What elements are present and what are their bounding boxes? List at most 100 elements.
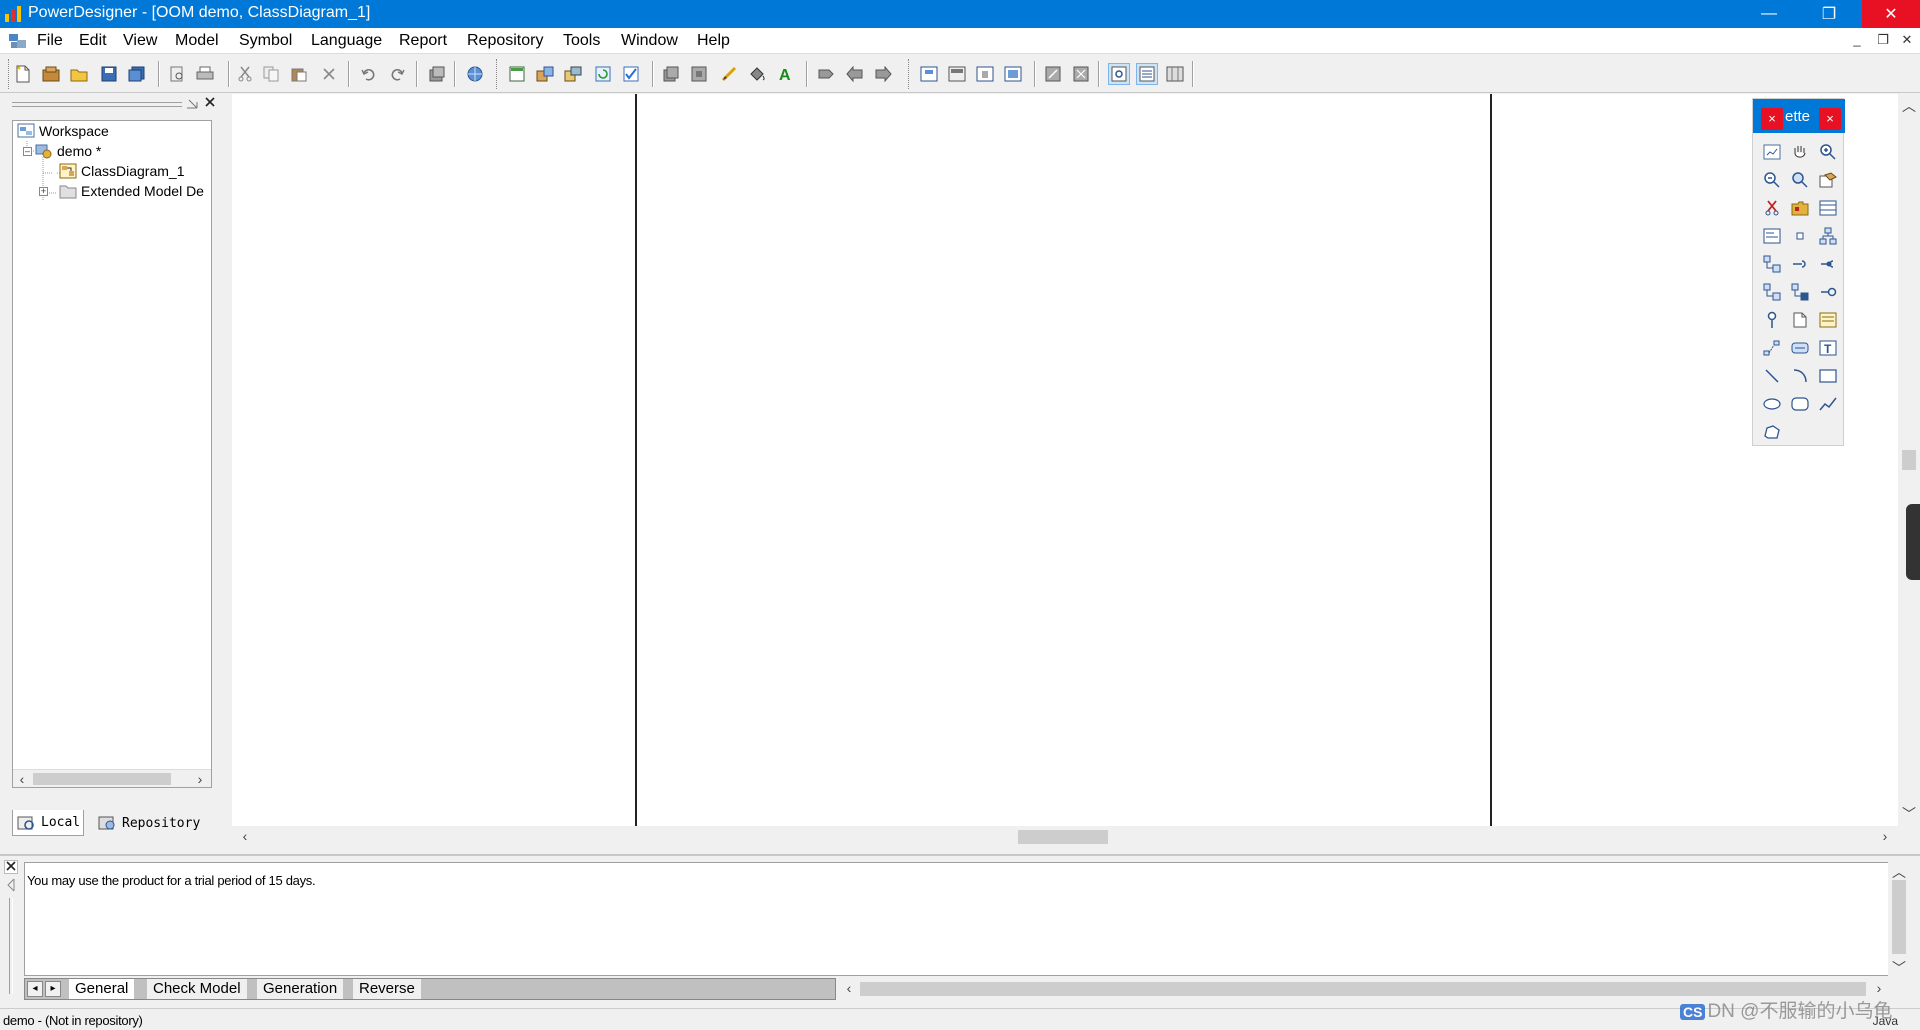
palette-rounded-rectangle-icon[interactable] bbox=[1789, 393, 1811, 415]
menu-repository[interactable]: Repository bbox=[464, 31, 546, 51]
scroll-down-icon[interactable]: ﹀ bbox=[1890, 958, 1908, 978]
tree-node-demo-model[interactable]: demo * bbox=[35, 141, 102, 161]
palette-assembly-connector-icon[interactable] bbox=[1817, 253, 1839, 275]
palette-zoom-out-icon[interactable] bbox=[1761, 169, 1783, 191]
palette-grabber-hand-icon[interactable] bbox=[1789, 141, 1811, 163]
new-icon[interactable] bbox=[12, 63, 34, 85]
palette-ellipse-icon[interactable] bbox=[1761, 393, 1783, 415]
save-all-icon[interactable] bbox=[126, 63, 148, 85]
palette-note-icon[interactable] bbox=[1817, 309, 1839, 331]
save-icon[interactable] bbox=[98, 63, 120, 85]
repository-globe-icon[interactable] bbox=[464, 63, 486, 85]
mdi-restore-button[interactable]: ❐ bbox=[1872, 32, 1894, 48]
palette-line-icon[interactable] bbox=[1761, 365, 1783, 387]
palette-association-icon[interactable] bbox=[1761, 281, 1783, 303]
menu-symbol[interactable]: Symbol bbox=[236, 31, 295, 51]
tree-node-workspace[interactable]: Workspace bbox=[17, 121, 109, 141]
menu-model[interactable]: Model bbox=[172, 31, 222, 51]
palette-close-button[interactable]: × bbox=[1819, 108, 1841, 130]
diagram-view-1-icon[interactable] bbox=[918, 63, 940, 85]
tree-node-class-diagram[interactable]: ClassDiagram_1 bbox=[59, 161, 184, 181]
scroll-right-icon[interactable]: › bbox=[191, 771, 209, 787]
palette-polygon-icon[interactable] bbox=[1761, 421, 1783, 443]
palette-interface-icon[interactable] bbox=[1761, 225, 1783, 247]
palette-delete-scissors-icon[interactable] bbox=[1761, 197, 1783, 219]
scroll-right-icon[interactable]: › bbox=[1876, 828, 1894, 844]
palette-port-icon[interactable] bbox=[1789, 225, 1811, 247]
restore-button[interactable]: ❐ bbox=[1800, 0, 1858, 28]
palette-file-icon[interactable] bbox=[1789, 309, 1811, 331]
menu-edit[interactable]: Edit bbox=[76, 31, 110, 51]
new-project-icon[interactable] bbox=[40, 63, 62, 85]
menu-language[interactable]: Language bbox=[308, 31, 385, 51]
workspace-tree[interactable]: Workspace – demo * ClassDiagram_1 + Exte… bbox=[12, 120, 212, 788]
extensions-icon[interactable] bbox=[562, 63, 584, 85]
canvas-vertical-scrollbar[interactable]: ︿ ﹀ bbox=[1898, 94, 1920, 826]
tree-horizontal-scrollbar[interactable]: ‹ › bbox=[13, 769, 211, 787]
print-preview-icon[interactable] bbox=[166, 63, 188, 85]
scroll-down-icon[interactable]: ﹀ bbox=[1900, 804, 1918, 824]
palette-generalization-icon[interactable] bbox=[1761, 253, 1783, 275]
copy-icon[interactable] bbox=[260, 63, 282, 85]
refresh-icon[interactable] bbox=[592, 63, 614, 85]
palette-left-close-button[interactable]: × bbox=[1761, 108, 1783, 130]
diagram-view-2-icon[interactable] bbox=[946, 63, 968, 85]
print-icon[interactable] bbox=[194, 63, 216, 85]
send-to-back-icon[interactable] bbox=[688, 63, 710, 85]
canvas-vscroll-thumb[interactable] bbox=[1902, 450, 1916, 470]
document-system-menu-icon[interactable] bbox=[8, 32, 28, 50]
undo-icon[interactable] bbox=[358, 63, 380, 85]
output-vscroll-thumb[interactable] bbox=[1892, 880, 1906, 954]
palette-polyline-icon[interactable] bbox=[1817, 393, 1839, 415]
palette-properties-icon[interactable] bbox=[1817, 169, 1839, 191]
canvas-hscroll-thumb[interactable] bbox=[1018, 830, 1108, 844]
palette-require-link-icon[interactable] bbox=[1789, 253, 1811, 275]
output-view-icon[interactable] bbox=[1136, 63, 1158, 85]
diagram-view-3-icon[interactable] bbox=[974, 63, 996, 85]
menu-view[interactable]: View bbox=[120, 31, 160, 51]
tab-repository[interactable]: Repository bbox=[98, 810, 212, 836]
menu-report[interactable]: Report bbox=[396, 31, 450, 51]
scroll-up-icon[interactable]: ︿ bbox=[1900, 96, 1918, 116]
check-model-icon[interactable] bbox=[620, 63, 642, 85]
move-left-icon[interactable] bbox=[844, 63, 866, 85]
mdi-minimize-button[interactable]: _ bbox=[1846, 32, 1868, 47]
powerdesigner-app-icon[interactable] bbox=[4, 5, 24, 23]
menu-file[interactable]: File bbox=[34, 31, 66, 51]
side-handle[interactable] bbox=[1906, 504, 1920, 580]
toolbar-grip[interactable] bbox=[908, 59, 911, 89]
canvas-horizontal-scrollbar[interactable]: ‹ › bbox=[232, 826, 1898, 848]
palette-aggregation-icon[interactable] bbox=[1789, 281, 1811, 303]
align-icon[interactable] bbox=[816, 63, 838, 85]
tab-general[interactable]: General bbox=[69, 979, 135, 999]
palette-text-icon[interactable]: T bbox=[1817, 337, 1839, 359]
toolbar-grip[interactable] bbox=[8, 59, 11, 89]
tab-reverse[interactable]: Reverse bbox=[353, 979, 421, 999]
browser-toggle-icon[interactable] bbox=[506, 63, 528, 85]
zoom-page-icon[interactable] bbox=[1042, 63, 1064, 85]
minimize-button[interactable]: — bbox=[1740, 0, 1798, 28]
palette-rectangle-icon[interactable] bbox=[1817, 365, 1839, 387]
properties-icon[interactable] bbox=[426, 63, 448, 85]
tab-scroll-left-icon[interactable]: ◂ bbox=[27, 981, 43, 997]
palette-pointer-icon[interactable] bbox=[1761, 141, 1783, 163]
palette-title-icon[interactable] bbox=[1789, 337, 1811, 359]
tab-scroll-right-icon[interactable]: ▸ bbox=[45, 981, 61, 997]
mdi-close-button[interactable]: ✕ bbox=[1896, 32, 1918, 48]
tree-scroll-thumb[interactable] bbox=[33, 773, 171, 785]
scroll-left-icon[interactable]: ‹ bbox=[13, 771, 31, 787]
line-color-icon[interactable] bbox=[718, 63, 740, 85]
palette-dependency-icon[interactable] bbox=[1761, 309, 1783, 331]
output-drag-grip[interactable] bbox=[9, 898, 13, 994]
output-hscroll-thumb[interactable] bbox=[860, 982, 1866, 996]
palette-zoom-in-icon[interactable] bbox=[1817, 141, 1839, 163]
scroll-right-icon[interactable]: › bbox=[1870, 980, 1888, 996]
scroll-up-icon[interactable]: ︿ bbox=[1890, 862, 1908, 882]
tab-check-model[interactable]: Check Model bbox=[147, 979, 247, 999]
collapse-demo-toggle[interactable]: – bbox=[23, 147, 32, 156]
output-vertical-scrollbar[interactable]: ︿ ﹀ bbox=[1888, 862, 1910, 976]
output-close-icon[interactable] bbox=[4, 860, 18, 874]
menu-tools[interactable]: Tools bbox=[560, 31, 603, 51]
palette-arc-icon[interactable] bbox=[1789, 365, 1811, 387]
cut-icon[interactable] bbox=[234, 63, 256, 85]
